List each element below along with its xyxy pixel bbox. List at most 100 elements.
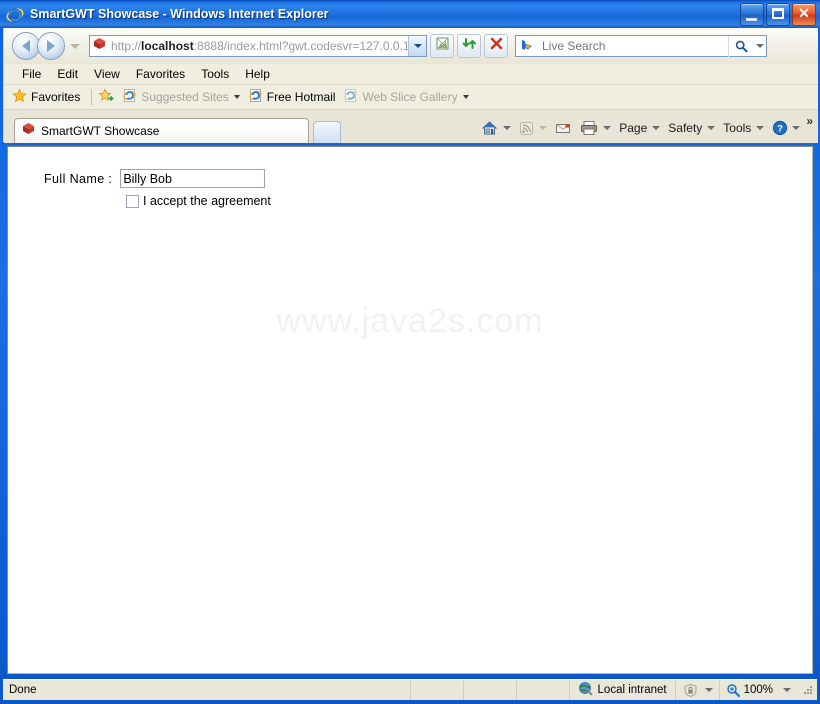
tab-smartgwt-showcase[interactable]: SmartGWT Showcase [14, 118, 309, 143]
command-safety[interactable]: Safety [664, 121, 719, 135]
command-tools[interactable]: Tools [719, 121, 768, 135]
fullname-label: Full Name : [44, 171, 113, 186]
printer-icon [581, 121, 598, 135]
internet-explorer-icon [6, 5, 24, 23]
compatibility-view-button[interactable] [430, 34, 454, 58]
status-divider [515, 680, 517, 700]
smartgwt-cube-icon [92, 36, 107, 56]
menu-favorites[interactable]: Favorites [128, 66, 193, 82]
maximize-button[interactable] [766, 3, 790, 26]
menu-edit[interactable]: Edit [49, 66, 86, 82]
forward-button[interactable] [37, 32, 65, 60]
command-label: Tools [723, 121, 752, 135]
agreement-checkbox[interactable] [126, 194, 139, 208]
menu-bar: File Edit View Favorites Tools Help [4, 64, 818, 85]
chevron-down-icon[interactable] [704, 688, 713, 692]
resize-grip[interactable] [801, 683, 815, 697]
command-overflow-button[interactable]: » [806, 115, 813, 127]
security-zone-label: Local intranet [597, 684, 667, 696]
minimize-icon [746, 18, 757, 21]
menu-file[interactable]: File [14, 66, 49, 82]
favorites-label: Favorites [31, 90, 81, 104]
chevron-down-icon[interactable] [539, 126, 548, 130]
window-title: SmartGWT Showcase - Windows Internet Exp… [30, 7, 329, 21]
menu-tools[interactable]: Tools [193, 66, 237, 82]
back-button[interactable] [12, 32, 40, 60]
chevron-down-icon[interactable] [503, 126, 512, 130]
address-text: http://localhost:8888/index.html?gwt.cod… [111, 39, 408, 53]
tab-bar: SmartGWT Showcase Page Safety Tools ? » [4, 110, 818, 143]
zoom-control[interactable]: 100% [720, 683, 797, 698]
stop-icon [489, 36, 504, 56]
search-go-button[interactable] [728, 35, 753, 57]
status-divider [462, 680, 464, 700]
command-bar: Page Safety Tools ? » [477, 115, 816, 140]
mail-button[interactable] [551, 121, 576, 136]
close-button[interactable]: ✕ [792, 3, 816, 26]
new-tab-button[interactable] [313, 121, 341, 143]
page-content: Full Name : I accept the agreement www.j… [7, 146, 813, 674]
agreement-label: I accept the agreement [143, 194, 271, 208]
globe-icon [578, 681, 593, 699]
chevron-down-icon [413, 44, 422, 48]
arrow-right-icon [47, 40, 55, 52]
zoom-magnifier-icon [726, 683, 740, 697]
arrow-left-icon [22, 40, 30, 52]
zoom-level-label: 100% [743, 684, 773, 696]
chevron-down-icon [652, 126, 661, 130]
fullname-row: Full Name : [44, 169, 266, 188]
search-options-button[interactable] [753, 35, 766, 57]
search-input[interactable] [540, 38, 728, 54]
command-label: Page [619, 121, 648, 135]
menu-help[interactable]: Help [237, 66, 278, 82]
navigation-bar: http://localhost:8888/index.html?gwt.cod… [4, 28, 818, 64]
favbar-item-suggested-sites[interactable]: Suggested Sites [122, 88, 240, 106]
favorites-bar: Favorites Suggested Sites Free Hotmail W… [4, 85, 818, 110]
chevron-down-icon [707, 126, 716, 130]
search-icon [735, 40, 747, 52]
protected-mode-icon [684, 683, 697, 697]
help-icon: ? [773, 120, 788, 136]
title-bar: SmartGWT Showcase - Windows Internet Exp… [0, 0, 820, 28]
address-bar[interactable]: http://localhost:8888/index.html?gwt.cod… [89, 35, 427, 57]
ie-page-icon [122, 88, 137, 106]
status-message: Done [9, 684, 37, 696]
browser-window: SmartGWT Showcase - Windows Internet Exp… [0, 0, 820, 704]
home-button[interactable] [477, 120, 515, 136]
close-icon: ✕ [798, 5, 810, 21]
chevron-down-icon[interactable] [783, 688, 791, 692]
protected-mode-indicator[interactable] [676, 683, 719, 698]
mail-icon [556, 123, 571, 133]
smartgwt-cube-icon [21, 121, 36, 141]
home-icon [482, 121, 498, 135]
add-to-favorites-bar-button[interactable] [99, 88, 115, 106]
favbar-item-free-hotmail[interactable]: Free Hotmail [248, 88, 335, 106]
search-box[interactable] [515, 35, 767, 57]
favbar-item-web-slice-gallery[interactable]: Web Slice Gallery [343, 88, 469, 106]
svg-text:?: ? [777, 124, 783, 135]
agreement-row: I accept the agreement [126, 194, 271, 208]
chevron-down-icon[interactable] [603, 126, 612, 130]
recent-pages-dropdown-icon[interactable] [70, 43, 80, 49]
star-icon [12, 88, 27, 106]
command-label: Safety [668, 121, 703, 135]
favorites-center-button[interactable]: Favorites [12, 88, 80, 106]
security-zone[interactable]: Local intranet [570, 681, 675, 699]
command-page[interactable]: Page [615, 121, 664, 135]
watermark-text: www.java2s.com [276, 302, 544, 340]
chevron-down-icon[interactable] [462, 95, 469, 99]
chevron-down-icon[interactable] [233, 95, 240, 99]
favbar-divider [91, 89, 93, 105]
feeds-button[interactable] [515, 121, 551, 136]
help-button[interactable]: ? [768, 120, 804, 136]
chevron-down-icon [756, 126, 765, 130]
tab-label: SmartGWT Showcase [41, 124, 160, 138]
favbar-item-label: Web Slice Gallery [362, 90, 458, 104]
print-button[interactable] [576, 120, 615, 136]
minimize-button[interactable] [740, 3, 764, 26]
menu-view[interactable]: View [86, 66, 128, 82]
fullname-input[interactable] [120, 169, 266, 188]
refresh-button[interactable] [457, 34, 481, 58]
address-dropdown-button[interactable] [408, 36, 426, 56]
stop-button[interactable] [484, 34, 508, 58]
